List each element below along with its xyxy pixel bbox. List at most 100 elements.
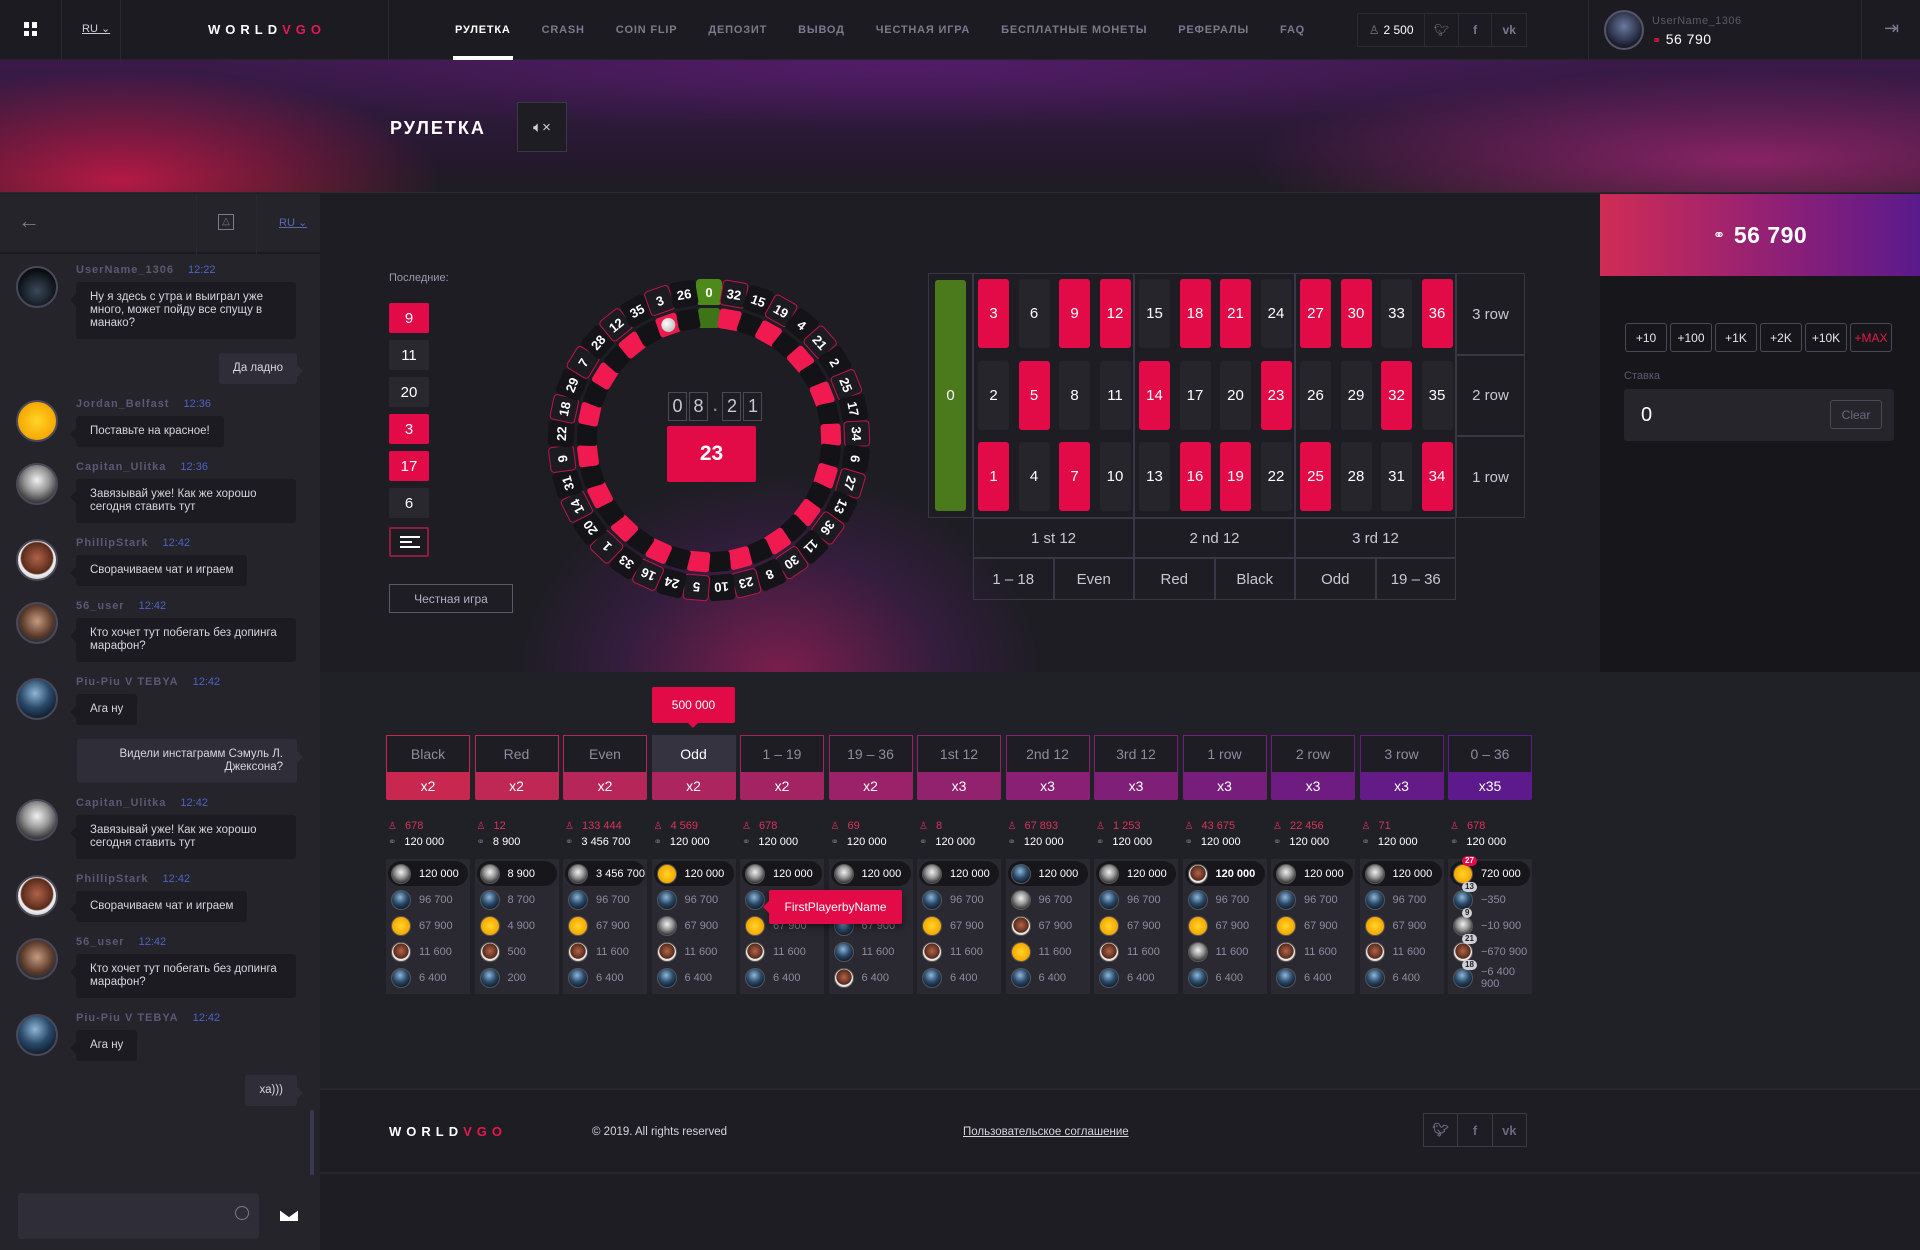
- logout-icon[interactable]: ⇥: [1884, 18, 1899, 39]
- chip-button[interactable]: +100: [1670, 323, 1712, 352]
- number-20[interactable]: 20: [1220, 361, 1251, 430]
- player-avatar[interactable]: [1099, 863, 1119, 884]
- player-avatar[interactable]: [391, 863, 411, 884]
- player-avatar[interactable]: [1010, 916, 1031, 936]
- player-avatar[interactable]: [1276, 890, 1296, 910]
- outside-bet[interactable]: Odd: [1295, 558, 1376, 600]
- number-2[interactable]: 2: [978, 361, 1009, 430]
- number-25[interactable]: 25: [1300, 442, 1331, 511]
- player-avatar[interactable]: [1276, 916, 1296, 936]
- player-avatar[interactable]: [479, 942, 500, 962]
- footer-logo[interactable]: WORLDVGO: [389, 1124, 507, 1139]
- number-33[interactable]: 33: [1381, 279, 1412, 348]
- player-avatar[interactable]: [745, 916, 765, 936]
- menu-grid-icon[interactable]: [24, 22, 38, 36]
- number-22[interactable]: 22: [1260, 442, 1292, 511]
- number-11[interactable]: 11: [1099, 361, 1131, 430]
- user-agreement-link[interactable]: Пользовательское соглашение: [963, 1126, 1129, 1138]
- player-avatar[interactable]: [479, 968, 500, 988]
- player-avatar[interactable]: [1364, 968, 1385, 988]
- number-24[interactable]: 24: [1260, 279, 1292, 348]
- nav-item[interactable]: CRASH: [542, 0, 585, 60]
- number-14[interactable]: 14: [1139, 361, 1170, 430]
- player-avatar[interactable]: [922, 890, 942, 910]
- player-avatar[interactable]: [391, 916, 411, 936]
- player-avatar[interactable]: [568, 968, 588, 988]
- bet-label[interactable]: 3rd 12: [1094, 735, 1178, 772]
- username[interactable]: 56_user: [76, 600, 125, 612]
- player-avatar[interactable]: [833, 863, 854, 884]
- username[interactable]: Jordan_Belfast: [76, 398, 169, 410]
- player-avatar[interactable]: [833, 968, 854, 988]
- outside-bet[interactable]: Even: [1053, 558, 1134, 600]
- avatar[interactable]: [16, 539, 58, 581]
- player-avatar[interactable]: [1364, 863, 1385, 884]
- multiplier[interactable]: x3: [1005, 772, 1090, 800]
- multiplier[interactable]: x3: [1182, 772, 1267, 800]
- mute-sound-button[interactable]: 🔈︎×: [517, 102, 567, 152]
- emoji-icon[interactable]: [235, 1206, 249, 1220]
- multiplier[interactable]: x2: [651, 772, 736, 800]
- bet-label[interactable]: Even: [563, 735, 647, 772]
- bet-label[interactable]: Red: [474, 735, 559, 772]
- bet-label[interactable]: 1st 12: [917, 735, 1001, 772]
- multiplier[interactable]: x35: [1448, 772, 1532, 800]
- player-avatar[interactable]: [1453, 968, 1473, 988]
- bet-label[interactable]: Black: [386, 735, 470, 772]
- player-avatar[interactable]: [1453, 890, 1473, 910]
- number-7[interactable]: 7: [1059, 442, 1090, 511]
- player-avatar[interactable]: [922, 863, 942, 884]
- player-avatar[interactable]: [479, 890, 500, 910]
- number-4[interactable]: 4: [1018, 442, 1050, 511]
- player-avatar[interactable]: [1276, 968, 1296, 988]
- player-avatar[interactable]: [656, 890, 677, 910]
- avatar[interactable]: [16, 1014, 58, 1056]
- twitter-icon[interactable]: 🐦︎: [1424, 1114, 1459, 1146]
- number-16[interactable]: 16: [1179, 442, 1211, 511]
- chip-button[interactable]: +2K: [1760, 323, 1802, 352]
- number-26[interactable]: 26: [1300, 361, 1331, 430]
- multiplier[interactable]: x3: [1094, 772, 1178, 800]
- outside-bet[interactable]: Black: [1214, 558, 1295, 600]
- username[interactable]: Piu-Piu V TEBYA: [76, 1012, 179, 1024]
- player-avatar[interactable]: [745, 942, 765, 962]
- player-avatar[interactable]: [1276, 942, 1296, 962]
- player-avatar[interactable]: [391, 942, 411, 962]
- number-1[interactable]: 1: [978, 442, 1009, 511]
- player-avatar[interactable]: [479, 916, 500, 936]
- player-avatar[interactable]: [1187, 916, 1208, 936]
- user-avatar[interactable]: [1604, 10, 1644, 50]
- stake-value[interactable]: 0: [1641, 404, 1652, 427]
- fair-game-button[interactable]: Честная игра: [389, 584, 513, 613]
- bet-label[interactable]: 3 row: [1359, 735, 1444, 772]
- bet-label[interactable]: 1 row: [1182, 735, 1267, 772]
- player-avatar[interactable]: [1187, 890, 1208, 910]
- username[interactable]: PhillipStark: [76, 537, 149, 549]
- player-avatar[interactable]: [1453, 942, 1473, 962]
- language-select[interactable]: RU ⌄: [82, 22, 110, 35]
- chip-button[interactable]: +10K: [1805, 323, 1847, 352]
- dozen-bet[interactable]: 1 st 12: [973, 518, 1134, 558]
- history-button[interactable]: [389, 527, 429, 557]
- avatar[interactable]: [16, 602, 58, 644]
- player-avatar[interactable]: [922, 968, 942, 988]
- back-arrow-icon[interactable]: ←: [18, 208, 40, 234]
- username[interactable]: UserName_1306: [76, 264, 174, 276]
- player-avatar[interactable]: [1187, 942, 1208, 962]
- bet-label[interactable]: Odd: [651, 735, 736, 772]
- number-30[interactable]: 30: [1340, 279, 1372, 348]
- player-avatar[interactable]: [1364, 942, 1385, 962]
- username[interactable]: Piu-Piu V TEBYA: [76, 676, 179, 688]
- player-avatar[interactable]: [1010, 942, 1031, 962]
- nav-item[interactable]: ДЕПОЗИТ: [708, 0, 767, 60]
- player-avatar[interactable]: [568, 863, 588, 884]
- player-avatar[interactable]: [745, 968, 765, 988]
- number-8[interactable]: 8: [1059, 361, 1090, 430]
- player-avatar[interactable]: [745, 863, 765, 884]
- nav-item[interactable]: COIN FLIP: [616, 0, 678, 60]
- player-avatar[interactable]: [922, 942, 942, 962]
- stake-input[interactable]: 0 Clear: [1624, 389, 1894, 441]
- player-avatar[interactable]: [922, 916, 942, 936]
- number-21[interactable]: 21: [1220, 279, 1251, 348]
- player-avatar[interactable]: [391, 968, 411, 988]
